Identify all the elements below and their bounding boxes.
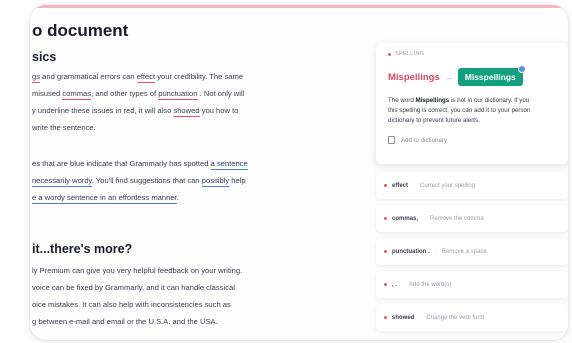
suggestions-sidebar: SPELLING Mispellings → Misspellings The …	[376, 43, 568, 337]
error-underline[interactable]: effect	[136, 72, 156, 83]
add-to-dictionary-button[interactable]: Add to dictionary	[388, 136, 568, 144]
suggestion-item[interactable]: showed · Change the verb form	[376, 304, 568, 331]
suggestion-description: Remove the comma	[430, 215, 484, 222]
suggestion-row: Mispellings → Misspellings	[388, 65, 568, 86]
text-run: dictionary to prevent future alerts.	[388, 117, 480, 124]
text-run: y underline these issues in red, it will…	[32, 106, 174, 115]
clarity-underline[interactable]: necessarily wordy	[32, 176, 92, 187]
suggestion-description: Add the word(s)	[409, 281, 452, 288]
alert-card[interactable]: SPELLING Mispellings → Misspellings The …	[376, 43, 568, 164]
error-underline[interactable]: showed	[173, 106, 200, 117]
paragraph-blue-issues: es that are blue indicate that Grammarly…	[32, 155, 322, 206]
text-line: write the sentence.	[32, 119, 322, 136]
clarity-underline[interactable]: possibly	[201, 176, 230, 187]
text-run: . You'll find suggestions that can	[91, 176, 202, 185]
suggestion-word: , .	[392, 281, 398, 288]
error-underline[interactable]: commas	[62, 89, 92, 100]
paragraph-premium: ly Premium can give you very helpful fee…	[32, 262, 322, 330]
category-dot-icon	[388, 52, 391, 56]
text-line: oice mistakes. It can also help with inc…	[32, 296, 322, 313]
highlighted-word: Mispellings	[415, 97, 450, 104]
accept-suggestion-button[interactable]: Misspellings	[457, 65, 526, 86]
text-run: write the sentence.	[32, 123, 96, 132]
text-run: g between e-mail and email or the U.S.A.…	[32, 317, 218, 326]
page-title: o document	[32, 21, 129, 40]
text-line: this spelling is correct, you can add it…	[388, 106, 568, 116]
suggestion-word: punctuation .	[392, 248, 430, 255]
suggestion-word: effect	[392, 182, 409, 189]
error-underline[interactable]: gs	[32, 72, 41, 83]
error-dot-icon	[384, 316, 387, 319]
text-run: this spelling is correct, you can add it…	[388, 107, 531, 114]
dictionary-icon	[388, 136, 395, 144]
suggestion-item[interactable]: effect · Correct your spelling	[376, 172, 568, 199]
suggestion-list: effect · Correct your spelling commas, ·…	[376, 172, 568, 331]
suggestion-word: showed	[392, 314, 415, 321]
suggestion-word: commas,	[392, 215, 419, 222]
text-run: voice can be fixed by Grammarly, and it …	[32, 283, 235, 292]
text-line: ly Premium can give you very helpful fee…	[32, 262, 322, 279]
text-run: oice mistakes. It can also help with inc…	[32, 300, 231, 309]
alert-explanation: The word Mispellings is not in our dicti…	[388, 96, 568, 126]
suggestion-item[interactable]: commas, · Remove the comma	[376, 205, 568, 232]
text-line: y underline these issues in red, it will…	[32, 102, 322, 119]
text-run: , and other types of	[91, 89, 159, 98]
suggestion-item[interactable]: punctuation . · Remove a space	[376, 238, 568, 265]
error-underline[interactable]: punctuation	[158, 89, 198, 100]
suggestion-description: Remove a space	[441, 248, 487, 255]
error-dot-icon	[384, 283, 387, 286]
section-title-more: it...there's more?	[32, 242, 133, 256]
text-run: ly Premium can give you very helpful fee…	[32, 266, 243, 275]
error-dot-icon	[384, 184, 387, 187]
text-run: The word	[388, 97, 416, 104]
text-run: .	[176, 193, 179, 202]
text-line: es that are blue indicate that Grammarly…	[32, 155, 322, 172]
add-to-dictionary-label: Add to dictionary	[401, 136, 448, 144]
text-run: and grammatical errors can	[40, 72, 137, 81]
paragraph-basics: gs and grammatical errors can effect you…	[32, 68, 322, 136]
text-line: gs and grammatical errors can effect you…	[32, 68, 322, 85]
error-dot-icon	[384, 250, 387, 253]
suggestion-description: Change the verb form	[426, 314, 485, 321]
text-run: misused	[32, 89, 63, 98]
misspelled-word: Mispellings	[388, 71, 440, 83]
text-line: g between e-mail and email or the U.S.A.…	[32, 313, 322, 330]
alert-category: SPELLING	[388, 51, 568, 57]
section-title-basics: sics	[32, 50, 57, 64]
text-run: your credibility. The same	[155, 72, 244, 81]
suggestion-item[interactable]: , . · Add the word(s)	[376, 271, 568, 298]
error-dot-icon	[384, 217, 387, 220]
text-line: voice can be fixed by Grammarly, and it …	[32, 279, 322, 296]
text-run: help	[229, 176, 246, 185]
clarity-underline[interactable]: a sentence	[210, 159, 248, 170]
text-line: dictionary to prevent future alerts.	[388, 116, 568, 126]
text-run: you how to	[199, 106, 239, 115]
text-run: is not in our dictionary. If you	[449, 97, 530, 104]
text-line: necessarily wordy. You'll find suggestio…	[32, 172, 322, 189]
text-line: misused commas, and other types of punct…	[32, 85, 322, 102]
clarity-underline[interactable]: e a wordy sentence in an effortless mann…	[32, 193, 177, 204]
suggestion-description: Correct your spelling	[420, 182, 476, 189]
arrow-right-icon: →	[444, 72, 453, 82]
document-card: o document sics gs and grammatical error…	[30, 5, 568, 340]
text-run: . Not only will	[197, 89, 245, 98]
text-line: The word Mispellings is not in our dicti…	[388, 96, 568, 106]
text-run: es that are blue indicate that Grammarly…	[32, 159, 211, 168]
text-line: e a wordy sentence in an effortless mann…	[32, 189, 322, 206]
alert-category-label: SPELLING	[395, 51, 425, 57]
